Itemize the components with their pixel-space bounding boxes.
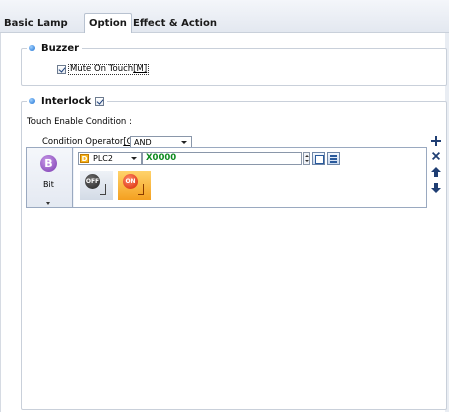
touch-enable-label: Touch Enable Condition :: [27, 117, 132, 127]
interlock-group-title: Interlock: [27, 95, 108, 107]
move-up-icon[interactable]: [430, 166, 442, 178]
delete-icon[interactable]: [430, 150, 442, 162]
mute-on-touch-checkbox[interactable]: Mute On Touch[M]: [57, 64, 150, 75]
address-picker-icon[interactable]: [312, 152, 325, 165]
interlock-checkbox[interactable]: [95, 96, 105, 106]
on-state-button[interactable]: ON: [118, 171, 151, 200]
mute-label-text: Mute On Touch: [70, 64, 134, 74]
plc-select-value: PLC2: [93, 154, 113, 163]
chevron-down-icon: [181, 141, 187, 144]
condition-type-label: Bit: [43, 180, 54, 189]
bullet-icon: [29, 45, 35, 51]
plc-select[interactable]: D PLC2: [78, 152, 142, 165]
mute-hotkey: [M]: [133, 64, 148, 74]
buzzer-title: Buzzer: [41, 42, 80, 54]
on-state-tail: [138, 184, 144, 195]
interlock-title: Interlock: [41, 95, 92, 107]
off-state-tail: [100, 184, 106, 195]
off-state-icon: OFF: [85, 174, 100, 189]
tab-basic[interactable]: Basic: [4, 15, 34, 33]
add-icon[interactable]: [430, 135, 442, 147]
condition-operator-label: Condition Operator[O] :: [42, 137, 142, 147]
operator-label-text: Condition Operator: [42, 137, 124, 147]
condition-operator-value: AND: [134, 138, 152, 147]
address-input[interactable]: X0000: [142, 152, 302, 165]
checkbox-checked-icon[interactable]: [57, 65, 66, 74]
chevron-down-icon: [131, 157, 137, 160]
tab-option[interactable]: Option: [84, 13, 132, 34]
buzzer-group-title: Buzzer: [27, 42, 83, 54]
chevron-down-icon[interactable]: [46, 202, 50, 205]
keyboard-icon[interactable]: [327, 152, 340, 165]
bullet-icon: [29, 98, 35, 104]
tab-bar: Basic Lamp Option Effect & Action: [0, 0, 449, 34]
tab-effect-action[interactable]: Effect & Action: [133, 15, 217, 33]
on-state-icon: ON: [123, 174, 138, 189]
move-down-icon[interactable]: [430, 182, 442, 194]
off-state-button[interactable]: OFF: [80, 171, 113, 200]
bit-type-icon[interactable]: B: [40, 155, 57, 172]
plc-device-icon: D: [80, 154, 89, 163]
address-spinner[interactable]: [303, 152, 310, 165]
mute-on-touch-label[interactable]: Mute On Touch[M]: [68, 64, 150, 75]
tab-lamp[interactable]: Lamp: [37, 15, 68, 33]
